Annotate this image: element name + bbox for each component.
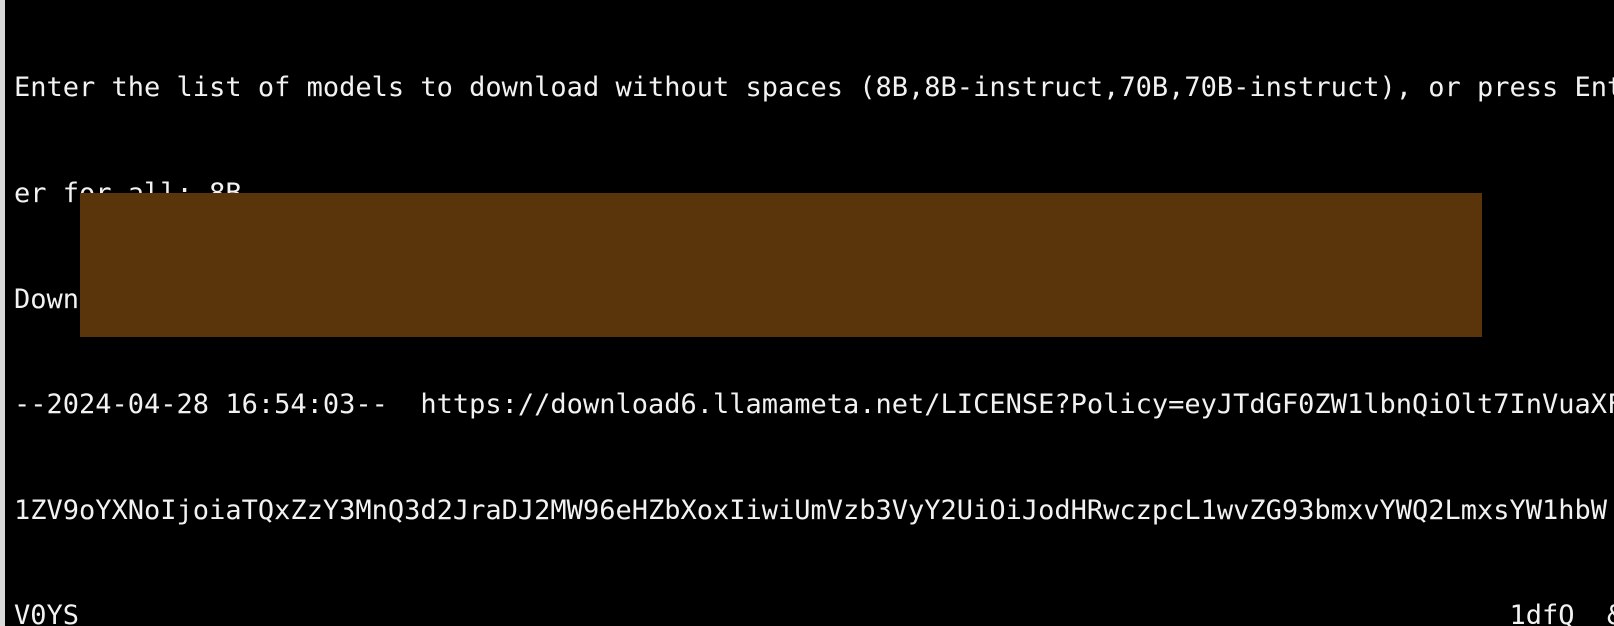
terminal-line: V0YS 1dfQ__& <box>14 600 1614 626</box>
terminal-line: --2024-04-28 16:54:03-- https://download… <box>14 389 1614 421</box>
terminal-line: 1ZV9oYXNoIjoiaTQxZzY3MnQ3d2JraDJ2MW96eHZ… <box>14 494 1608 526</box>
terminal-window[interactable]: Enter the list of models to download wit… <box>0 0 1614 626</box>
redaction-overlay <box>80 193 1482 337</box>
left-edge-strip <box>0 0 5 626</box>
terminal-line: Enter the list of models to download wit… <box>14 72 1614 104</box>
